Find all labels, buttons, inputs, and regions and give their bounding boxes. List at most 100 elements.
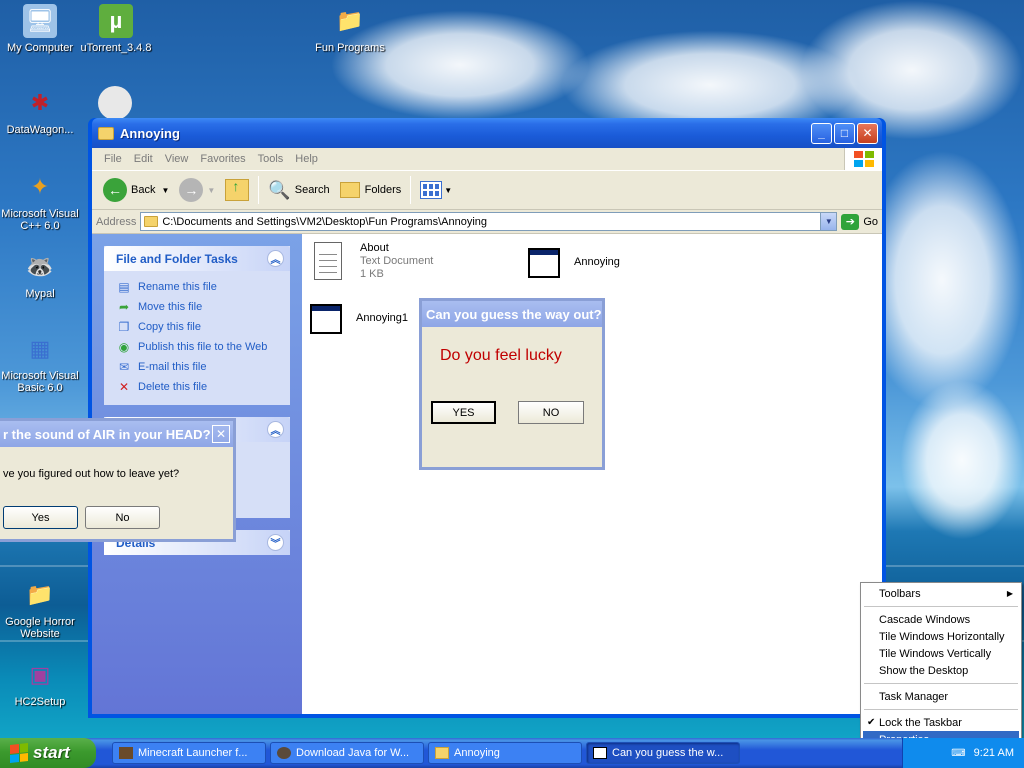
- menu-help[interactable]: Help: [289, 153, 324, 165]
- address-input[interactable]: C:\Documents and Settings\VM2\Desktop\Fu…: [140, 212, 838, 231]
- email-icon: ✉: [118, 360, 130, 374]
- menu-item-label: Toolbars: [879, 587, 921, 600]
- toolbar-separator: [410, 176, 412, 204]
- address-label: Address: [96, 215, 137, 228]
- go-button[interactable]: ➔ Go: [841, 213, 878, 230]
- address-dropdown-button[interactable]: ▼: [820, 213, 837, 230]
- desktop-icon-label: My Computer: [6, 42, 74, 54]
- desktop-icon-fun-programs[interactable]: 📁 Fun Programs: [310, 4, 390, 54]
- dropdown-arrow-icon[interactable]: ▼: [444, 186, 452, 195]
- task-publish-web[interactable]: ◉ Publish this file to the Web: [116, 337, 290, 357]
- task-rename[interactable]: ▤ Rename this file: [116, 277, 290, 297]
- menu-edit[interactable]: Edit: [128, 153, 159, 165]
- forward-arrow-icon: →: [179, 178, 204, 202]
- cloud: [900, 380, 1024, 540]
- file-item-annoying1[interactable]: Annoying1: [310, 300, 408, 338]
- taskbar-item-guess[interactable]: Can you guess the w...: [586, 742, 740, 764]
- task-label: Move this file: [138, 301, 203, 313]
- menu-view[interactable]: View: [159, 153, 195, 165]
- desktop-icon-label: Microsoft Visual C++ 6.0: [1, 208, 79, 232]
- keyboard-icon[interactable]: ⌨: [951, 748, 965, 759]
- desktop-icon-visual-cpp[interactable]: ✦ Microsoft Visual C++ 6.0: [0, 170, 80, 232]
- desktop-icon-datawagon[interactable]: ✱ DataWagon...: [0, 86, 80, 136]
- yes-button[interactable]: YES: [431, 401, 496, 424]
- dropdown-arrow-icon[interactable]: ▼: [161, 186, 169, 195]
- globe-icon: ◉: [118, 340, 130, 354]
- move-icon: ➦: [118, 300, 130, 314]
- menu-item-task-manager[interactable]: Task Manager: [863, 688, 1019, 705]
- menu-item-toolbars[interactable]: Toolbars ▶: [863, 585, 1019, 602]
- desktop-icon-label: Fun Programs: [315, 42, 385, 54]
- file-item-annoying[interactable]: Annoying: [528, 244, 620, 282]
- menu-bar: File Edit View Favorites Tools Help: [92, 148, 882, 170]
- folders-button[interactable]: Folders: [335, 175, 407, 205]
- rename-icon: ▤: [118, 280, 130, 294]
- desktop-icon-label: Microsoft Visual Basic 6.0: [1, 370, 79, 394]
- utorrent-icon: µ: [99, 4, 133, 38]
- task-label: E-mail this file: [138, 361, 207, 373]
- menu-item-cascade[interactable]: Cascade Windows: [863, 611, 1019, 628]
- back-button[interactable]: ← Back ▼: [98, 175, 174, 205]
- taskbar-item-label: Download Java for W...: [296, 747, 410, 759]
- desktop-icon-my-computer[interactable]: 🖥 My Computer: [0, 4, 80, 54]
- views-button[interactable]: ▼: [415, 175, 457, 205]
- menu-item-lock-taskbar[interactable]: ✔ Lock the Taskbar: [863, 714, 1019, 731]
- task-delete[interactable]: ✕ Delete this file: [116, 377, 290, 397]
- start-button[interactable]: start: [0, 738, 96, 768]
- expand-chevron-icon[interactable]: ︾: [267, 534, 284, 551]
- task-email[interactable]: ✉ E-mail this file: [116, 357, 290, 377]
- menu-item-label: Lock the Taskbar: [879, 716, 962, 729]
- maximize-button[interactable]: □: [834, 122, 855, 144]
- taskbar-item-annoying[interactable]: Annoying: [428, 742, 582, 764]
- desktop-icon-visual-basic[interactable]: ▦ Microsoft Visual Basic 6.0: [0, 332, 80, 394]
- application-icon: [593, 747, 607, 759]
- yes-button[interactable]: Yes: [3, 506, 78, 529]
- menu-item-tile-vertical[interactable]: Tile Windows Vertically: [863, 645, 1019, 662]
- desktop-icon-mypal[interactable]: 🦝 Mypal: [0, 250, 80, 300]
- collapse-chevron-icon[interactable]: ︽: [267, 250, 284, 267]
- taskbar-item-java[interactable]: Download Java for W...: [270, 742, 424, 764]
- folder-up-icon: ↑: [225, 178, 250, 201]
- dialog-air: r the sound of AIR in your HEAD? ✕ ve yo…: [0, 418, 236, 542]
- minimize-button[interactable]: _: [811, 122, 832, 144]
- desktop-icon-google-horror[interactable]: 📁 Google Horror Website: [0, 578, 80, 640]
- archive-icon: ▣: [29, 662, 51, 687]
- dialog-air-titlebar[interactable]: r the sound of AIR in your HEAD? ✕: [0, 421, 233, 447]
- menu-favorites[interactable]: Favorites: [194, 153, 251, 165]
- file-type: Text Document: [360, 255, 434, 267]
- window-titlebar[interactable]: Annoying _ □ ✕: [92, 118, 882, 148]
- computer-icon: 🖥: [23, 4, 57, 38]
- desktop-icon-hc2setup[interactable]: ▣ HC2Setup: [0, 658, 80, 708]
- collapse-chevron-icon[interactable]: ︽: [267, 421, 284, 438]
- checkmark-icon: ✔: [867, 717, 876, 728]
- task-copy[interactable]: ❐ Copy this file: [116, 317, 290, 337]
- dialog-lucky: Can you guess the way out? Do you feel l…: [419, 298, 605, 470]
- task-move[interactable]: ➦ Move this file: [116, 297, 290, 317]
- file-item-about[interactable]: About Text Document 1 KB: [314, 242, 433, 281]
- search-button[interactable]: 🔍 Search: [263, 175, 334, 205]
- no-button[interactable]: No: [85, 506, 160, 529]
- copy-icon: ❐: [118, 320, 130, 334]
- up-button[interactable]: ↑: [220, 175, 254, 205]
- menu-separator: [864, 709, 1018, 710]
- menu-item-tile-horizontal[interactable]: Tile Windows Horizontally: [863, 628, 1019, 645]
- desktop-icon-utorrent[interactable]: µ uTorrent_3.4.8: [76, 4, 156, 54]
- clock[interactable]: 9:21 AM: [974, 747, 1014, 759]
- dialog-title: Can you guess the way out?: [426, 306, 602, 322]
- forward-button[interactable]: → ▼: [174, 175, 220, 205]
- folders-label: Folders: [364, 184, 402, 196]
- no-button[interactable]: NO: [518, 401, 584, 424]
- dialog-message: ve you figured out how to leave yet?: [3, 468, 180, 480]
- menu-separator: [864, 606, 1018, 607]
- close-button[interactable]: ✕: [857, 122, 878, 144]
- menu-item-show-desktop[interactable]: Show the Desktop: [863, 662, 1019, 679]
- menu-tools[interactable]: Tools: [252, 153, 290, 165]
- menu-file[interactable]: File: [98, 153, 128, 165]
- close-icon[interactable]: ✕: [212, 425, 230, 443]
- visual-cpp-icon: ✦: [30, 174, 50, 199]
- dialog-lucky-titlebar[interactable]: Can you guess the way out?: [422, 301, 602, 327]
- taskbar-item-minecraft[interactable]: Minecraft Launcher f...: [112, 742, 266, 764]
- file-folder-tasks-header[interactable]: File and Folder Tasks ︽: [104, 246, 290, 271]
- taskbar-item-label: Minecraft Launcher f...: [138, 747, 248, 759]
- file-size: 1 KB: [360, 268, 384, 280]
